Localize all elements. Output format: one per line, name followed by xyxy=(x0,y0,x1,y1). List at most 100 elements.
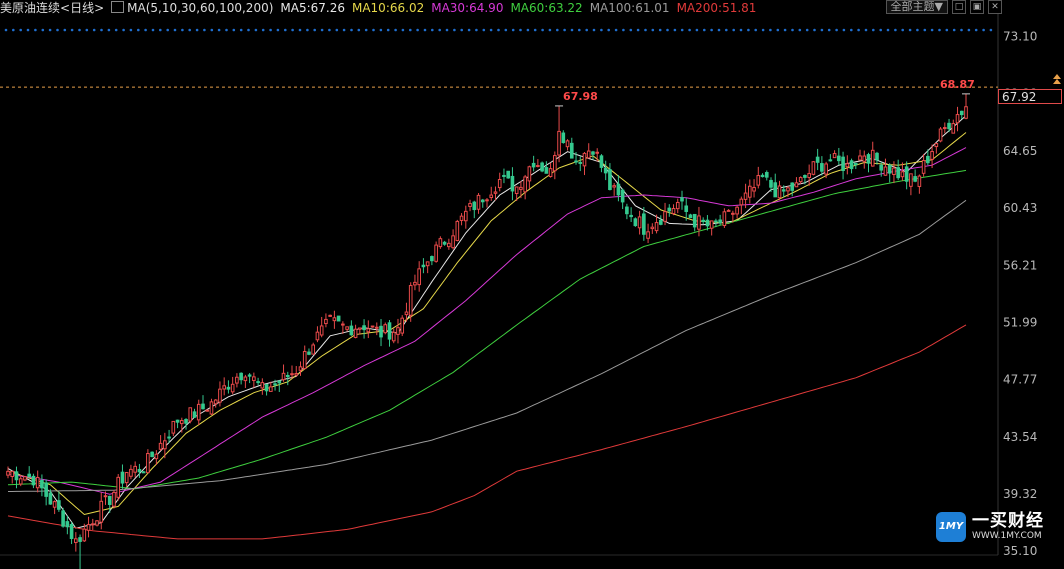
candle xyxy=(86,516,91,538)
collapse-arrow-icon[interactable] xyxy=(1053,74,1061,84)
candle xyxy=(171,420,176,437)
candle xyxy=(158,435,163,451)
y-tick-label: 47.77 xyxy=(1003,373,1037,387)
candle xyxy=(485,197,489,208)
candle xyxy=(777,180,782,201)
candle xyxy=(383,322,388,335)
period-label[interactable]: <日线> xyxy=(60,1,104,15)
candle xyxy=(447,238,451,250)
grid-dot xyxy=(872,28,875,32)
candle xyxy=(887,163,892,183)
ma10-value: MA10:66.02 xyxy=(351,1,425,15)
grid-dot xyxy=(34,28,37,32)
watermark-url: WWW.1MY.COM xyxy=(972,531,1042,541)
candle xyxy=(489,186,494,201)
grid-dot xyxy=(453,28,456,32)
candle xyxy=(917,174,922,194)
candle xyxy=(798,176,803,185)
grid-dot xyxy=(974,28,978,32)
candle xyxy=(57,491,61,512)
indicator-icon[interactable] xyxy=(111,1,125,13)
candle xyxy=(387,319,392,347)
candle xyxy=(353,324,358,339)
grid-dot xyxy=(570,28,574,32)
candle xyxy=(463,205,468,229)
grid-dot xyxy=(967,28,971,32)
grid-dot xyxy=(666,28,669,32)
chart-header: 美原油连续<日线> MA(5,10,30,60,100,200) MA5:67.26… xyxy=(0,0,763,17)
grid-dot xyxy=(409,28,412,32)
candle xyxy=(909,173,913,196)
candle xyxy=(6,466,10,479)
candle xyxy=(27,466,32,478)
candle xyxy=(942,122,947,134)
candle xyxy=(578,156,583,172)
candle xyxy=(883,158,888,176)
candle xyxy=(205,409,210,412)
grid-dot xyxy=(482,28,486,32)
grid-dot xyxy=(372,28,375,32)
candle xyxy=(671,204,676,216)
grid-dot xyxy=(78,28,81,32)
theme-select[interactable]: 全部主题▼ xyxy=(885,0,948,14)
grid-dot xyxy=(805,28,809,32)
restore-icon[interactable]: ▣ xyxy=(970,0,984,14)
candle xyxy=(845,155,850,175)
grid-dot xyxy=(438,28,442,32)
grid-dot xyxy=(739,28,743,32)
candle xyxy=(324,313,328,328)
candle xyxy=(243,374,248,388)
candle xyxy=(247,373,252,384)
grid-dot xyxy=(386,28,390,32)
candle xyxy=(527,165,532,189)
candle xyxy=(688,213,693,219)
candle xyxy=(10,470,15,484)
candle xyxy=(226,380,231,394)
candle xyxy=(603,160,608,181)
fullscreen-icon[interactable]: □ xyxy=(952,0,966,14)
candle xyxy=(853,162,858,170)
y-tick-label: 73.10 xyxy=(1003,30,1037,44)
candle xyxy=(642,206,646,241)
candle xyxy=(964,93,968,120)
candle xyxy=(764,170,769,181)
candle xyxy=(760,173,765,178)
grid-dot xyxy=(26,28,30,32)
candle xyxy=(235,373,239,388)
grid-dot xyxy=(754,28,757,32)
candle xyxy=(192,408,197,418)
candle xyxy=(468,199,472,212)
candle xyxy=(557,105,561,163)
ma100-line xyxy=(8,199,967,492)
grid-dot xyxy=(269,28,272,32)
grid-dot xyxy=(504,28,508,32)
watermark: 1MY 一买财经 WWW.1MY.COM xyxy=(936,511,1044,542)
grid-dot xyxy=(658,28,662,32)
candle xyxy=(417,261,421,292)
close-icon[interactable]: ✕ xyxy=(988,0,1002,14)
candle xyxy=(701,217,705,225)
candle xyxy=(637,210,642,235)
grid-dot xyxy=(306,28,309,32)
candle xyxy=(264,384,269,396)
candle xyxy=(230,376,235,395)
candle xyxy=(196,399,201,425)
candle xyxy=(40,474,44,497)
candle xyxy=(413,274,417,291)
grid-dot xyxy=(284,28,287,32)
grid-dot xyxy=(261,28,265,32)
grid-dot xyxy=(92,28,96,32)
grid-dot xyxy=(695,28,699,32)
grid-dot xyxy=(342,28,346,32)
grid-dot xyxy=(357,28,361,32)
candle xyxy=(400,315,405,337)
candle xyxy=(345,326,349,332)
candle xyxy=(875,151,879,165)
grid-dot xyxy=(159,28,162,32)
grid-dot xyxy=(431,28,434,32)
grid-dot xyxy=(460,28,464,32)
candle xyxy=(374,322,379,336)
grid-dot xyxy=(423,28,427,32)
candle xyxy=(455,219,460,242)
candle xyxy=(302,345,307,370)
